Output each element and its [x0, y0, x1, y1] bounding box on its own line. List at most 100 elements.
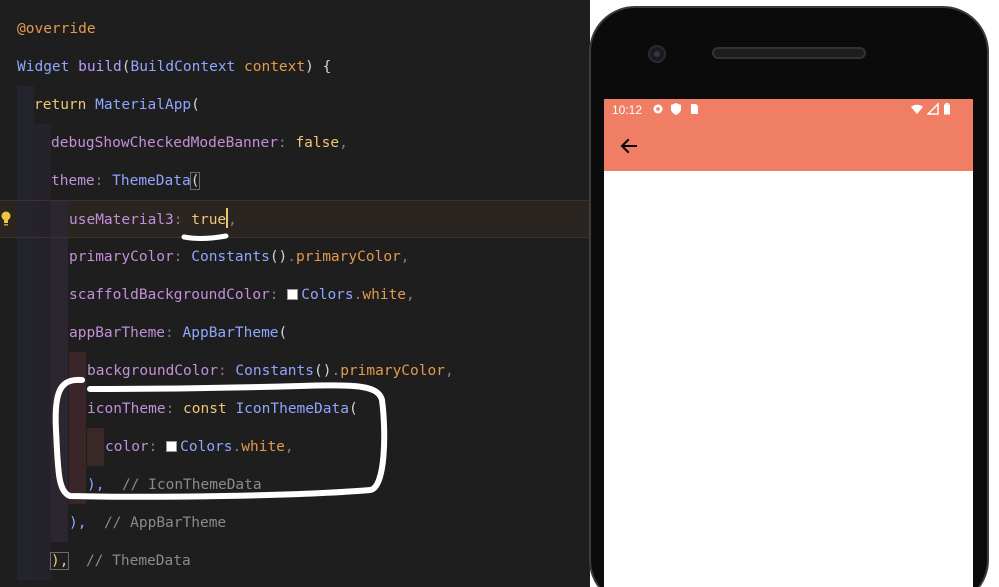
- indent-guide: [51, 314, 68, 352]
- dot: .: [232, 439, 242, 455]
- code-line[interactable]: debugShowCheckedModeBanner: false,: [0, 124, 590, 162]
- indent-guide: [51, 352, 68, 390]
- function-name: build: [78, 59, 122, 75]
- arrow-back-icon[interactable]: [618, 135, 640, 157]
- code-line[interactable]: appBarTheme: AppBarTheme(: [0, 314, 590, 352]
- type-token: Widget: [17, 59, 70, 75]
- battery-icon: [944, 103, 950, 115]
- phone-screen[interactable]: 10:12: [604, 99, 973, 587]
- class-token: AppBarTheme: [182, 325, 279, 341]
- class-token: ThemeData: [112, 173, 191, 189]
- status-time: 10:12: [612, 103, 643, 117]
- indent-guide: [34, 314, 51, 352]
- code-line[interactable]: ), // IconThemeData: [0, 466, 590, 504]
- code-line[interactable]: scaffoldBackgroundColor: Colors.white,: [0, 276, 590, 314]
- paren: (: [191, 97, 200, 113]
- class-token: Constants: [191, 249, 270, 265]
- indent-guide: [34, 352, 51, 390]
- dot: .: [287, 249, 297, 265]
- code-line[interactable]: return MaterialApp(: [0, 86, 590, 124]
- type-token: BuildContext: [130, 59, 236, 75]
- code-line[interactable]: ), // AppBarTheme: [0, 504, 590, 542]
- indent-guide: [34, 504, 51, 542]
- property-token: useMaterial3: [69, 212, 174, 228]
- comment-token: // IconThemeData: [121, 477, 262, 493]
- code-editor[interactable]: @override Widget build(BuildContext cont…: [0, 0, 590, 587]
- code-line[interactable]: primaryColor: Constants().primaryColor,: [0, 238, 590, 276]
- indent-guide: [17, 124, 34, 162]
- indent-guide: [34, 542, 51, 580]
- indent-guide: [17, 162, 34, 200]
- class-token: Constants: [235, 363, 314, 379]
- paren: (: [278, 325, 288, 341]
- code-line[interactable]: iconTheme: const IconThemeData(: [0, 390, 590, 428]
- property-token: color: [105, 439, 149, 455]
- property-token: debugShowCheckedModeBanner: [51, 135, 278, 151]
- indent-guide: [17, 201, 34, 237]
- indent-guide: [17, 466, 34, 504]
- indent-guide: [34, 276, 51, 314]
- code-line[interactable]: color: Colors.white,: [0, 428, 590, 466]
- keyword-token: return: [34, 97, 87, 113]
- property-token: appBarTheme: [69, 325, 166, 341]
- closing-paren: ),: [49, 552, 70, 570]
- sim-card-icon: [691, 104, 698, 114]
- indent-guide: [17, 276, 34, 314]
- shield-icon: [671, 103, 681, 115]
- signal-icon: [927, 102, 939, 115]
- paren: (): [269, 249, 288, 265]
- bracket-match: (: [189, 172, 201, 190]
- property-token: scaffoldBackgroundColor: [69, 287, 270, 303]
- field-token: primaryColor: [340, 363, 445, 379]
- paren: (: [121, 59, 131, 75]
- status-bar: 10:12: [604, 99, 973, 121]
- comma: ,: [284, 439, 294, 455]
- indent-guide: [51, 504, 68, 542]
- code-line[interactable]: ), // ThemeData: [0, 542, 590, 580]
- lightbulb-icon[interactable]: [0, 211, 12, 227]
- indent-guide: [17, 542, 34, 580]
- comma: ,: [400, 249, 410, 265]
- app-bar: [604, 121, 973, 171]
- code-line[interactable]: theme: ThemeData(: [0, 162, 590, 200]
- code-line[interactable]: Widget build(BuildContext context) {: [0, 48, 590, 86]
- paren: ): [305, 59, 314, 75]
- code-line[interactable]: backgroundColor: Constants().primaryColo…: [0, 352, 590, 390]
- color-swatch-icon[interactable]: [287, 289, 299, 300]
- comment-token: // AppBarTheme: [103, 515, 227, 531]
- color-swatch-icon[interactable]: [166, 441, 178, 452]
- indent-guide: [34, 124, 51, 162]
- colon: :: [165, 325, 174, 341]
- property-token: theme: [51, 173, 95, 189]
- indent-guide: [87, 428, 104, 466]
- indent-guide: [51, 428, 68, 466]
- colon: :: [277, 135, 287, 151]
- comma: ,: [444, 363, 454, 379]
- indent-guide: [17, 504, 34, 542]
- code-line[interactable]: @override: [0, 10, 590, 48]
- indent-guide: [34, 428, 51, 466]
- indent-guide: [34, 238, 51, 276]
- indent-guide: [69, 390, 86, 428]
- param-token: context: [244, 59, 306, 75]
- indent-guide: [34, 201, 51, 237]
- indent-guide: [17, 428, 34, 466]
- indent-guide: [51, 201, 68, 237]
- comma: ,: [339, 135, 348, 151]
- class-token: MaterialApp: [95, 97, 192, 113]
- comma: ,: [406, 287, 415, 303]
- indent-guide: [51, 390, 68, 428]
- code-line-active[interactable]: useMaterial3: true,: [0, 200, 590, 238]
- comment-token: // ThemeData: [85, 553, 191, 569]
- property-token: iconTheme: [87, 401, 166, 417]
